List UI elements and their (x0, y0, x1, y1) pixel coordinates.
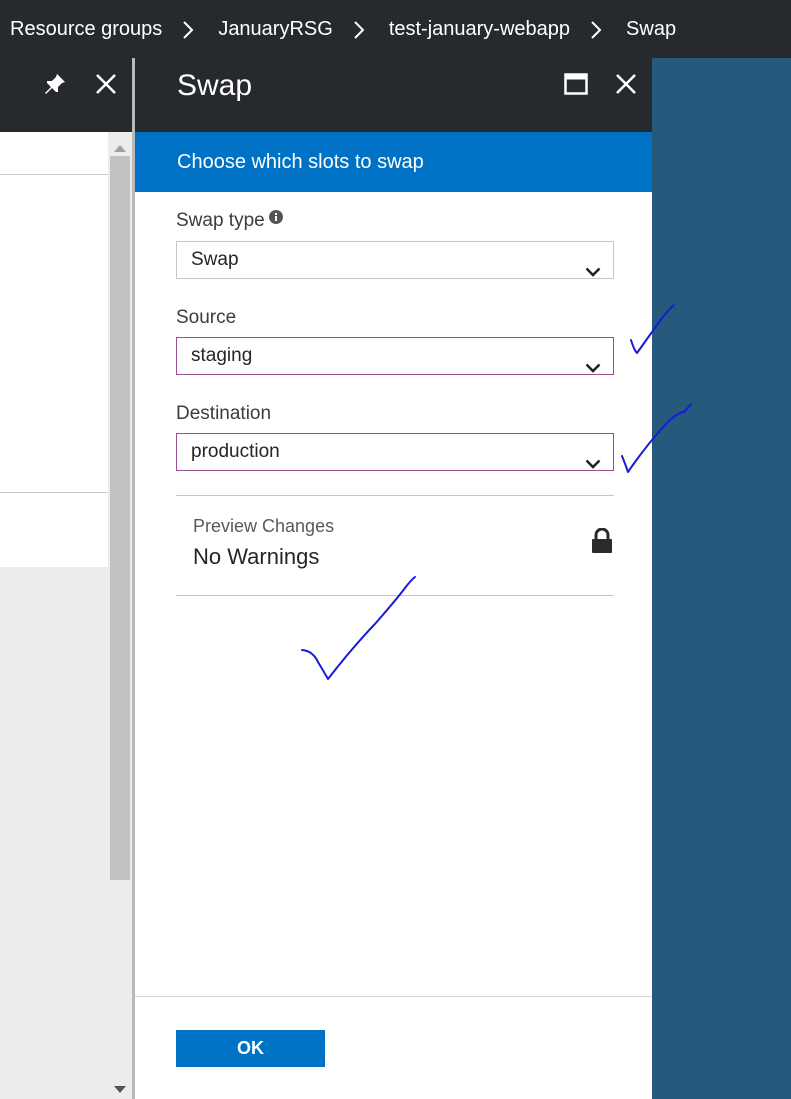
swap-type-label: Swap type (176, 208, 283, 232)
source-label: Source (176, 307, 237, 328)
preview-changes-value: No Warnings (193, 544, 320, 569)
breadcrumb-resource-groups[interactable]: Resource groups (10, 18, 162, 41)
maximize-icon[interactable] (564, 73, 588, 100)
divider (0, 174, 108, 175)
divider (176, 495, 614, 496)
divider (0, 492, 108, 493)
source-dropdown[interactable]: staging (176, 337, 614, 375)
scrollbar[interactable] (108, 132, 132, 1099)
swap-type-dropdown[interactable]: Swap (176, 241, 614, 279)
divider (176, 595, 614, 596)
scrollbar-thumb[interactable] (110, 156, 130, 880)
destination-label: Destination (176, 403, 272, 424)
breadcrumb: Resource groups JanuaryRSG test-january-… (0, 0, 791, 58)
info-icon[interactable] (268, 208, 283, 230)
breadcrumb-januaryrsg[interactable]: JanuaryRSG (218, 18, 333, 41)
chevron-right-icon (570, 19, 626, 39)
swap-blade-header: Swap (135, 58, 652, 132)
swap-type-value: Swap (191, 249, 239, 270)
swap-banner: Choose which slots to swap (135, 132, 652, 192)
destination-value: production (191, 441, 280, 462)
close-icon[interactable] (615, 73, 637, 100)
chevron-down-icon (585, 446, 601, 482)
chevron-right-icon (162, 19, 218, 39)
destination-dropdown[interactable]: production (176, 433, 614, 471)
swap-type-label-text: Swap type (176, 210, 265, 231)
previous-blade-content (0, 132, 108, 567)
chevron-right-icon (333, 19, 389, 39)
breadcrumb-webapp[interactable]: test-january-webapp (389, 18, 570, 41)
previous-blade (0, 58, 134, 1099)
scroll-down-arrow-icon[interactable] (114, 1081, 126, 1099)
preview-changes-title: Preview Changes (193, 516, 335, 536)
swap-blade: Swap Choose which slots to swap Swap typ… (135, 58, 652, 1099)
source-value: staging (191, 345, 253, 366)
scroll-up-arrow-icon[interactable] (114, 139, 126, 157)
blade-title: Swap (177, 69, 253, 102)
pin-icon[interactable] (43, 72, 67, 101)
chevron-down-icon (585, 254, 601, 290)
lock-icon (591, 527, 613, 559)
close-icon[interactable] (95, 73, 117, 100)
previous-blade-header (0, 58, 134, 132)
ok-button[interactable]: OK (176, 1030, 325, 1067)
footer-divider (135, 996, 652, 997)
breadcrumb-swap[interactable]: Swap (626, 18, 676, 41)
chevron-down-icon (585, 350, 601, 386)
